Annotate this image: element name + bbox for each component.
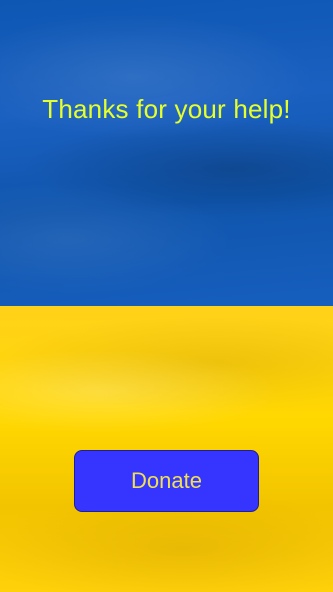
thanks-headline: Thanks for your help! <box>42 94 291 124</box>
flag-yellow-band <box>0 306 333 592</box>
donate-button[interactable]: Donate <box>74 450 259 512</box>
flag-blue-band <box>0 0 333 306</box>
donation-screen: Thanks for your help! Donate <box>0 0 333 592</box>
